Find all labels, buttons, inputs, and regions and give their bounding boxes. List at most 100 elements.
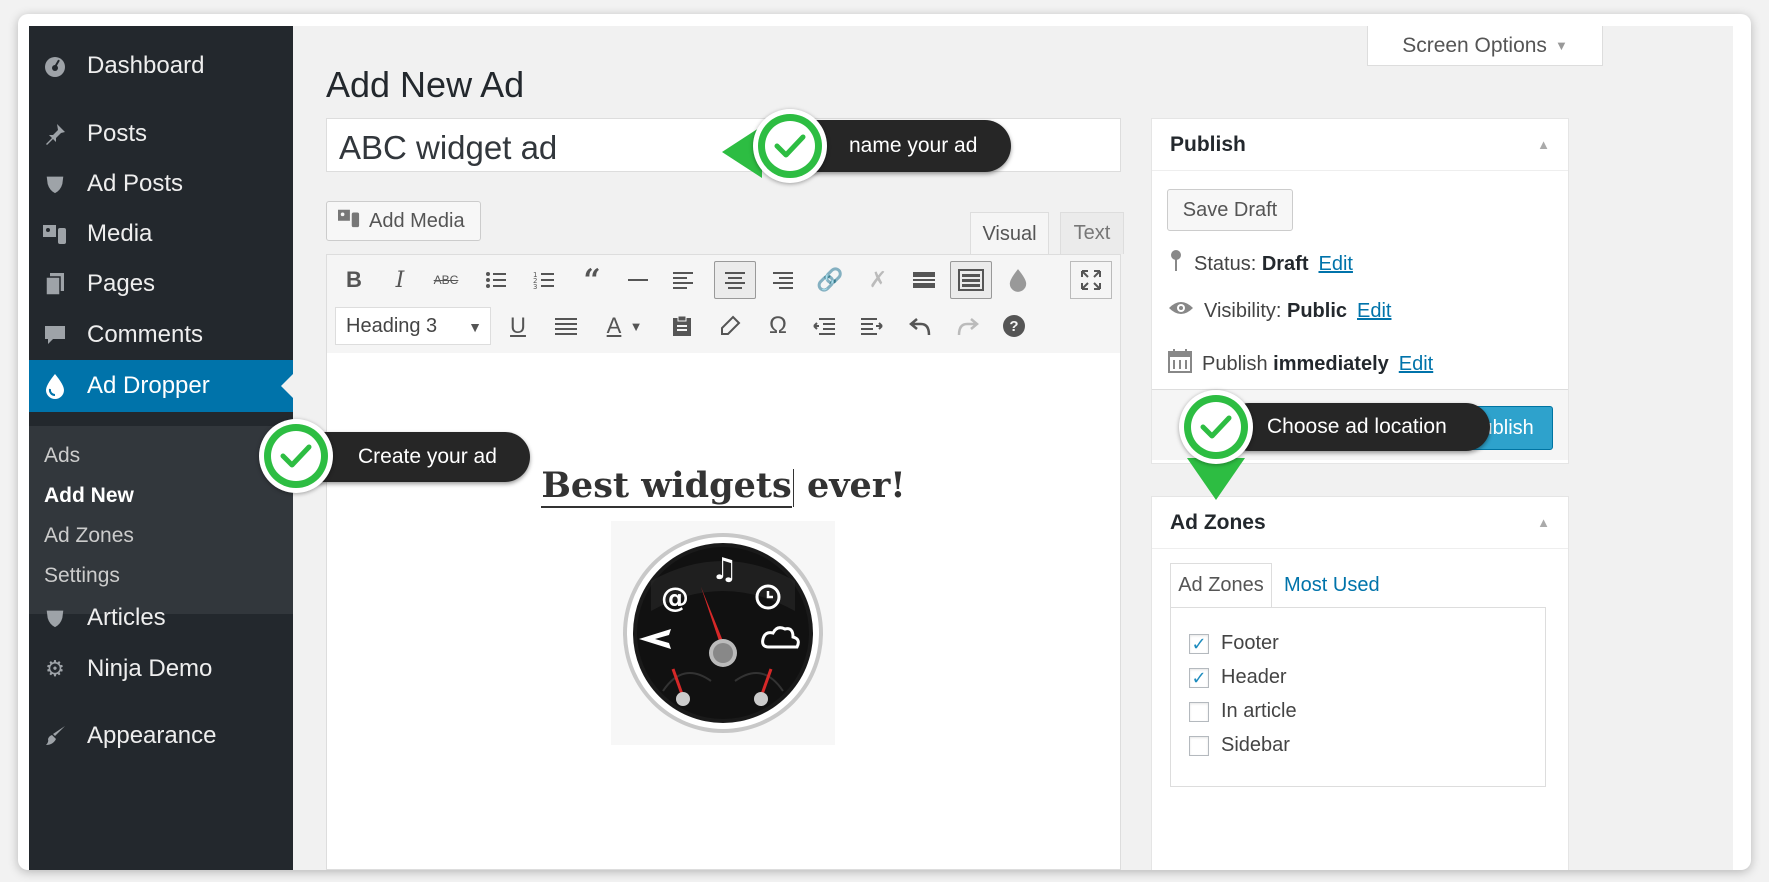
horizontal-line-icon[interactable] xyxy=(619,261,657,299)
zone-label: Footer xyxy=(1221,632,1279,654)
checkbox-checked[interactable]: ✓ xyxy=(1189,633,1209,654)
heading-text-selected: Best widgets xyxy=(541,465,792,508)
sidebar-item-label: Articles xyxy=(87,604,166,631)
publish-label: Publish xyxy=(1202,352,1274,375)
paste-text-icon[interactable] xyxy=(663,307,701,345)
publish-box-title: Publish xyxy=(1152,119,1568,171)
bullet-list-icon[interactable] xyxy=(477,261,515,299)
sidebar-item-ninja-demo[interactable]: ⚙ Ninja Demo xyxy=(29,643,293,695)
edit-status-link[interactable]: Edit xyxy=(1318,253,1352,276)
zone-item-in-article[interactable]: In article xyxy=(1189,700,1297,723)
indent-icon[interactable] xyxy=(853,307,891,345)
strikethrough-icon[interactable]: ABC xyxy=(427,261,465,299)
drop-icon xyxy=(41,373,69,399)
outdent-icon[interactable] xyxy=(805,307,843,345)
visibility-label: Visibility: xyxy=(1204,299,1287,322)
schedule-row: Publish immediately Edit xyxy=(1168,349,1433,379)
sidebar-item-comments[interactable]: Comments xyxy=(29,309,293,361)
sidebar-item-pages[interactable]: Pages xyxy=(29,258,293,310)
redo-icon[interactable] xyxy=(949,307,987,345)
align-right-icon[interactable] xyxy=(763,261,801,299)
sidebar-item-appearance[interactable]: Appearance xyxy=(29,710,293,762)
collapse-arrow-icon[interactable]: ▲ xyxy=(1537,137,1550,152)
submenu-item-ads[interactable]: Ads xyxy=(44,444,80,468)
dashboard-icon xyxy=(41,54,69,78)
edit-visibility-link[interactable]: Edit xyxy=(1357,300,1391,323)
media-icon xyxy=(337,207,361,235)
drop-icon[interactable] xyxy=(999,261,1037,299)
comment-icon xyxy=(41,323,69,347)
svg-text:3: 3 xyxy=(533,283,537,290)
checkbox-checked[interactable]: ✓ xyxy=(1189,667,1209,688)
caret-down-icon[interactable]: ▼ xyxy=(623,307,649,345)
italic-icon[interactable]: I xyxy=(381,261,419,299)
tab-most-used[interactable]: Most Used xyxy=(1284,563,1404,607)
ad-zones-box: Ad Zones ▲ Ad Zones Most Used ✓ Footer ✓… xyxy=(1151,496,1569,870)
link-icon[interactable]: 🔗 xyxy=(811,261,849,299)
publish-title-text: Publish xyxy=(1170,132,1246,156)
format-select-value: Heading 3 xyxy=(346,314,438,337)
fullscreen-icon[interactable] xyxy=(1070,261,1112,299)
check-badge-icon xyxy=(753,109,827,183)
submenu-item-add-new[interactable]: Add New xyxy=(44,484,134,508)
tab-visual[interactable]: Visual xyxy=(970,212,1049,256)
admin-sidebar: Dashboard Posts Ad Posts Media Pages Com… xyxy=(29,26,293,870)
sidebar-item-media[interactable]: Media xyxy=(29,208,293,260)
publish-timing: immediately xyxy=(1273,352,1389,375)
help-icon[interactable]: ? xyxy=(995,307,1033,345)
checkbox-unchecked[interactable] xyxy=(1189,701,1209,722)
sidebar-item-articles[interactable]: Articles xyxy=(29,592,293,644)
justify-icon[interactable] xyxy=(547,307,585,345)
sidebar-item-dashboard[interactable]: Dashboard xyxy=(29,40,293,92)
undo-icon[interactable] xyxy=(901,307,939,345)
numbered-list-icon[interactable]: 123 xyxy=(525,261,563,299)
sidebar-item-label: Dashboard xyxy=(87,52,205,79)
read-more-icon[interactable] xyxy=(905,261,943,299)
edit-schedule-link[interactable]: Edit xyxy=(1399,353,1433,376)
collapse-arrow-icon[interactable]: ▲ xyxy=(1537,515,1550,530)
align-center-icon[interactable] xyxy=(714,261,756,299)
zone-item-footer[interactable]: ✓ Footer xyxy=(1189,632,1279,655)
checkbox-unchecked[interactable] xyxy=(1189,735,1209,756)
status-value: Draft xyxy=(1261,252,1309,275)
sidebar-item-ad-dropper[interactable]: Ad Dropper xyxy=(29,360,293,412)
calendar-icon xyxy=(1168,349,1192,379)
align-left-icon[interactable] xyxy=(665,261,703,299)
svg-text:@: @ xyxy=(661,581,689,614)
callout-pointer xyxy=(1187,458,1245,500)
save-draft-button[interactable]: Save Draft xyxy=(1167,189,1293,231)
gear-icon: ⚙ xyxy=(45,656,65,681)
eraser-icon[interactable] xyxy=(711,307,749,345)
tab-text[interactable]: Text xyxy=(1060,212,1124,254)
submenu-item-ad-zones[interactable]: Ad Zones xyxy=(44,524,134,548)
add-media-button[interactable]: Add Media xyxy=(326,201,481,241)
format-select[interactable]: Heading 3 ▼ xyxy=(335,307,491,345)
page-title: Add New Ad xyxy=(326,64,525,105)
toolbar-toggle-icon[interactable] xyxy=(950,261,992,299)
heading-text-rest: ever! xyxy=(794,465,906,506)
submenu-item-settings[interactable]: Settings xyxy=(44,564,120,588)
editor-content-area[interactable]: Best widgets ever! ♫ @ xyxy=(326,353,1121,870)
status-label: Status: xyxy=(1194,252,1262,275)
zone-item-header[interactable]: ✓ Header xyxy=(1189,666,1287,689)
tab-all-ad-zones[interactable]: Ad Zones xyxy=(1170,563,1272,607)
sidebar-item-label: Ad Dropper xyxy=(87,372,210,399)
blockquote-icon[interactable]: “ xyxy=(573,261,611,299)
sidebar-item-ad-posts[interactable]: Ad Posts xyxy=(29,158,293,210)
svg-text:♫: ♫ xyxy=(711,552,738,587)
screen-options-button[interactable]: Screen Options ▼ xyxy=(1367,26,1603,66)
sidebar-item-label: Comments xyxy=(87,321,204,348)
zone-label: In article xyxy=(1221,700,1297,722)
omega-icon[interactable]: Ω xyxy=(759,307,797,345)
ad-zones-title-text: Ad Zones xyxy=(1170,510,1266,534)
unlink-icon[interactable]: ✗ xyxy=(859,261,897,299)
pin-icon xyxy=(1168,249,1184,279)
zone-item-sidebar[interactable]: Sidebar xyxy=(1189,734,1290,757)
ad-dropper-submenu: Ads Add New Ad Zones Settings xyxy=(29,426,293,614)
caret-down-icon: ▼ xyxy=(468,319,482,335)
sidebar-item-posts[interactable]: Posts xyxy=(29,108,293,160)
bold-icon[interactable]: B xyxy=(335,261,373,299)
sidebar-item-label: Ad Posts xyxy=(87,170,184,197)
dashboard-widget-image[interactable]: ♫ @ xyxy=(611,521,835,745)
underline-icon[interactable]: U xyxy=(499,307,537,345)
